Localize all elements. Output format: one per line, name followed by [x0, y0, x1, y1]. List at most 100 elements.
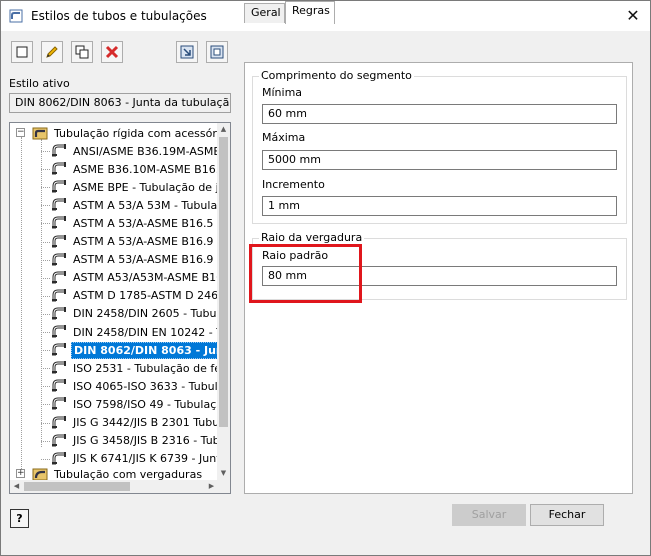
max-label: Máxima: [262, 131, 306, 144]
tree-item-label: ASTM A 53/A-ASME B16.9 - T: [73, 235, 218, 248]
new-document-icon: [16, 46, 28, 58]
pipe-style-icon: [52, 397, 66, 411]
increment-input[interactable]: 1 mm: [262, 196, 617, 216]
tree-item[interactable]: ISO 4065-ISO 3633 - Tubulaç: [51, 377, 218, 395]
tree-item[interactable]: ASME B36.10M-ASME B16.11: [51, 160, 218, 178]
window-title: Estilos de tubos e tubulações: [31, 9, 207, 23]
expand-toggle[interactable]: +: [16, 469, 25, 478]
segment-length-group: Comprimento do segmento Mínima 60 mm Máx…: [252, 69, 627, 224]
tree-viewport: − Tubulação rígida com acessórios ANSI/A…: [10, 123, 218, 480]
edit-style-button[interactable]: [41, 41, 63, 63]
max-length-input[interactable]: 5000 mm: [262, 150, 617, 170]
tree-item[interactable]: ISO 2531 - Tubulação de ferr: [51, 359, 218, 377]
tree-item-label: ISO 7598/ISO 49 - Tubulação: [73, 397, 218, 411]
tree-item[interactable]: DIN 2458/DIN EN 10242 - Tub: [51, 323, 218, 341]
tree-item-label: ASTM A 53/A-ASME B16.5 - T: [73, 216, 218, 230]
annotation-highlight-box: [249, 244, 362, 303]
pipe-style-icon: [52, 144, 66, 157]
tree-item-label: ISO 2531 - Tubulação de ferr: [73, 361, 218, 375]
tree-item[interactable]: ASTM A 53/A-ASME B16.5 - T: [51, 214, 218, 232]
tree-item-label: JIS G 3442/JIS B 2301 Tubula: [73, 416, 218, 429]
tree-item-label: ASTM A 53/A-ASME B16.9 - T: [73, 253, 218, 267]
tree-item[interactable]: DIN 8062/DIN 8063 - Junt: [51, 341, 218, 359]
bend-radius-title: Raio da vergadura: [259, 231, 365, 244]
tree-item-label: ASTM D 1785-ASTM D 2466 -: [73, 289, 218, 303]
increment-label: Incremento: [262, 178, 325, 191]
pipe-style-icon: [52, 379, 66, 393]
tree-item[interactable]: ASTM A 53/A-ASME B16.9 - T: [51, 251, 218, 269]
window-close-button[interactable]: ✕: [622, 5, 644, 27]
style-tree[interactable]: − Tubulação rígida com acessórios ANSI/A…: [9, 122, 231, 494]
tab-geral[interactable]: Geral: [244, 3, 285, 23]
tree-horizontal-scrollbar[interactable]: ◀ ▶: [10, 480, 218, 493]
scroll-corner: [217, 480, 230, 493]
tab-regras[interactable]: Regras: [285, 1, 335, 24]
tree-item[interactable]: ASTM A53/A53M-ASME B16.1: [51, 269, 218, 287]
copy-icon: [75, 45, 89, 59]
save-button[interactable]: Salvar: [452, 504, 526, 526]
tree-root-rigid[interactable]: Tubulação rígida com acessórios: [32, 124, 218, 142]
pipe-style-icon: [52, 306, 66, 320]
tree-item-label: JIS K 6741/JIS K 6739 - Junta: [73, 452, 218, 466]
tree-root-bent[interactable]: Tubulação com vergaduras: [32, 465, 204, 480]
pipe-folder-icon: [32, 127, 48, 140]
pipe-style-icon: [52, 433, 66, 447]
horizontal-scroll-thumb[interactable]: [24, 482, 130, 491]
tree-item[interactable]: ANSI/ASME B36.19M-ASME B: [51, 142, 218, 160]
pipe-style-icon: [52, 343, 66, 357]
dialog-window: Estilos de tubos e tubulações ✕ Estilo a…: [0, 0, 651, 556]
active-style-label: Estilo ativo: [9, 77, 70, 90]
pipe-style-icon: [52, 325, 66, 338]
tree-item-label: ANSI/ASME B36.19M-ASME B: [73, 144, 218, 158]
active-style-field: DIN 8062/DIN 8063 - Junta da tubulação d…: [9, 93, 231, 113]
pipe-style-icon: [52, 361, 66, 375]
tree-item-label: ASTM A 53/A 53M - Tubulaçã: [73, 198, 218, 212]
tree-item[interactable]: ASTM D 1785-ASTM D 2466 -: [51, 287, 218, 305]
pipe-style-icon: [52, 198, 66, 212]
tree-item-label: JIS G 3458/JIS B 2316 - Tubu: [73, 434, 218, 448]
export-button[interactable]: [206, 41, 228, 63]
tree-item-label: ASME BPE - Tubulação de joe: [73, 180, 218, 194]
tree-item-label: ASTM A53/A53M-ASME B16.1: [73, 271, 218, 285]
min-label: Mínima: [262, 86, 303, 99]
pipe-style-icon: [52, 415, 66, 429]
tree-item-label: DIN 2458/DIN EN 10242 - Tub: [73, 325, 218, 339]
import-button[interactable]: [176, 41, 198, 63]
segment-length-title: Comprimento do segmento: [259, 69, 414, 82]
tree-item[interactable]: ASTM A 53/A-ASME B16.9 - T: [51, 233, 218, 251]
delete-style-button[interactable]: [101, 41, 123, 63]
pipe-style-icon: [52, 288, 66, 302]
delete-x-icon: [105, 45, 119, 59]
pipe-style-icon: [52, 216, 66, 230]
vertical-scroll-thumb[interactable]: [219, 137, 228, 427]
pipe-style-icon: [52, 234, 66, 248]
tree-vertical-scrollbar[interactable]: ▲ ▼: [217, 123, 230, 480]
tree-item[interactable]: JIS G 3442/JIS B 2301 Tubula: [51, 414, 218, 432]
pipe-style-app-icon: [9, 9, 23, 23]
pencil-icon: [46, 46, 58, 58]
scroll-left-icon[interactable]: ◀: [10, 480, 23, 493]
tree-item-label: DIN 2458/DIN 2605 - Tubulaç: [73, 307, 218, 321]
scroll-up-icon[interactable]: ▲: [217, 123, 230, 136]
export-icon: [210, 45, 224, 59]
close-button[interactable]: Fechar: [530, 504, 604, 526]
import-icon: [180, 45, 194, 59]
pipe-style-icon: [52, 180, 66, 194]
tree-item-label: ISO 4065-ISO 3633 - Tubulaç: [73, 379, 218, 393]
tree-item[interactable]: JIS G 3458/JIS B 2316 - Tubu: [51, 432, 218, 450]
help-button[interactable]: ?: [10, 509, 29, 528]
tree-item[interactable]: DIN 2458/DIN 2605 - Tubulaç: [51, 305, 218, 323]
min-length-input[interactable]: 60 mm: [262, 104, 617, 124]
new-style-button[interactable]: [11, 41, 33, 63]
tree-item[interactable]: ASTM A 53/A 53M - Tubulaçã: [51, 196, 218, 214]
tree-item-label: ASME B36.10M-ASME B16.11: [73, 162, 218, 176]
tree-item-label: DIN 8062/DIN 8063 - Junt: [71, 341, 218, 359]
pipe-style-icon: [52, 270, 66, 284]
pipe-style-icon: [52, 252, 66, 266]
tree-item[interactable]: ISO 7598/ISO 49 - Tubulação: [51, 395, 218, 413]
pipe-folder-icon: [32, 468, 48, 480]
copy-style-button[interactable]: [71, 41, 93, 63]
scroll-down-icon[interactable]: ▼: [217, 467, 230, 480]
tree-item[interactable]: ASME BPE - Tubulação de joe: [51, 178, 218, 196]
collapse-toggle[interactable]: −: [16, 128, 25, 137]
